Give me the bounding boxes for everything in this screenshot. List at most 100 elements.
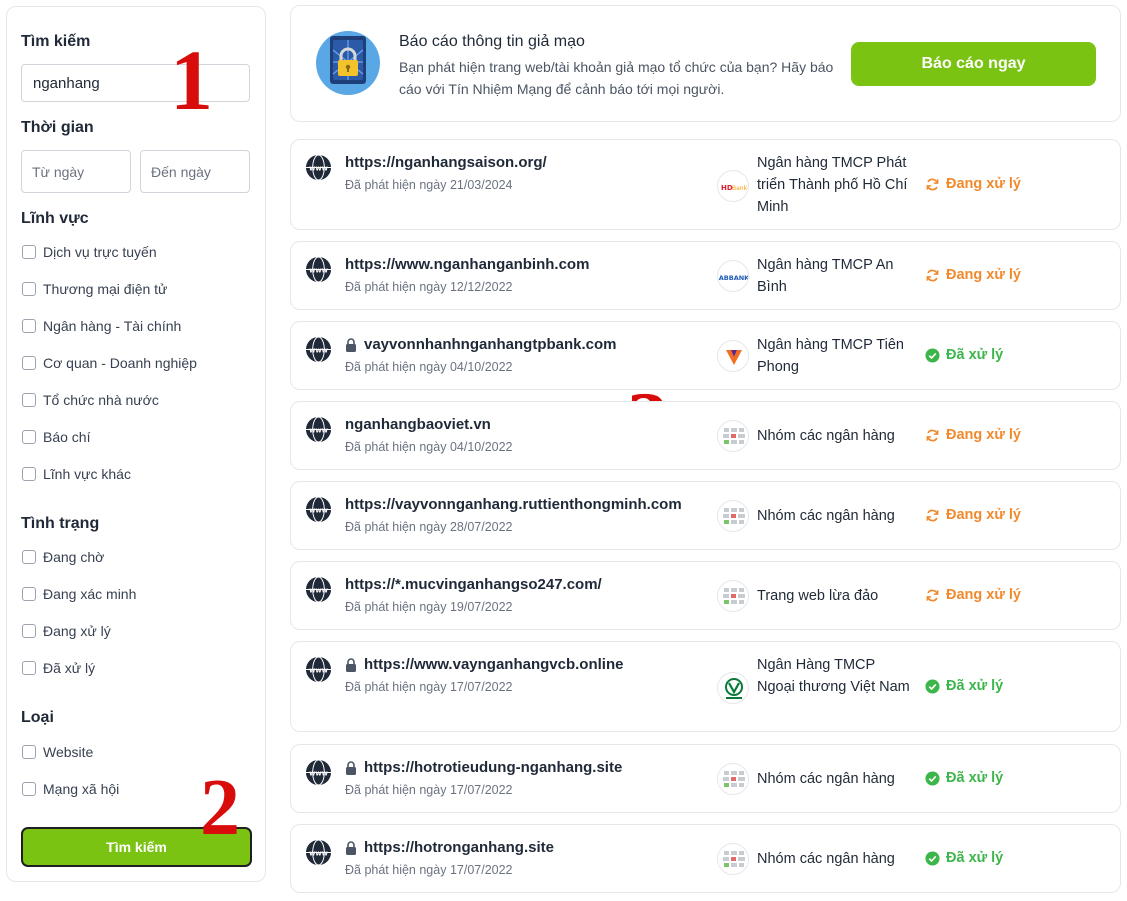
checkbox[interactable]: [22, 745, 36, 759]
result-url[interactable]: vayvonnhanhnganhangtpbank.com: [364, 336, 617, 353]
field-option-label: Tổ chức nhà nước: [43, 392, 159, 408]
checkbox[interactable]: [22, 550, 36, 564]
result-card[interactable]: www https://www.vaynganhangvcb.online Đã…: [290, 641, 1121, 732]
search-input[interactable]: [21, 64, 250, 102]
field-option[interactable]: Cơ quan - Doanh nghiệp: [22, 353, 197, 373]
result-url[interactable]: https://nganhangsaison.org/: [345, 154, 547, 171]
bank-group-logo: [717, 500, 749, 532]
result-url[interactable]: https://www.nganhanganbinh.com: [345, 256, 589, 273]
organization-name: Ngân hàng TMCP Phát triển Thành phố Hồ C…: [757, 155, 908, 215]
check-circle-icon: [925, 850, 940, 866]
result-url[interactable]: https://hotrotieudung-nganhang.site: [364, 759, 622, 776]
status-text: Đã xử lý: [946, 678, 1004, 694]
status-option-label: Đã xử lý: [43, 660, 96, 676]
lock-shield-icon: [315, 30, 381, 96]
result-card[interactable]: www https://hotronganhang.site Đã phát h…: [290, 824, 1121, 893]
checkbox[interactable]: [22, 282, 36, 296]
status-option[interactable]: Đang xử lý: [22, 621, 111, 641]
checkbox[interactable]: [22, 393, 36, 407]
status-label: Đang xử lý: [925, 427, 1021, 443]
status-option[interactable]: Đang xác minh: [22, 584, 136, 604]
detected-date: Đã phát hiện ngày 04/10/2022: [345, 360, 513, 374]
field-option[interactable]: Dịch vụ trực tuyến: [22, 242, 157, 262]
status-text: Đang xử lý: [946, 587, 1021, 603]
checkbox[interactable]: [22, 319, 36, 333]
status-option-label: Đang xác minh: [43, 586, 137, 602]
type-section-title: Loại: [21, 709, 54, 726]
result-card[interactable]: www https://hotrotieudung-nganhang.site …: [290, 744, 1121, 813]
type-option[interactable]: Mạng xã hội: [22, 779, 119, 799]
abbank-logo: ABBANK: [717, 260, 749, 292]
svg-text:www: www: [309, 666, 328, 674]
status-text: Đang xử lý: [946, 427, 1021, 443]
result-card[interactable]: www vayvonnhanhnganhangtpbank.com Đã phá…: [290, 321, 1121, 390]
checkbox[interactable]: [22, 245, 36, 259]
field-option[interactable]: Báo chí: [22, 427, 90, 447]
status-text: Đang xử lý: [946, 507, 1021, 523]
svg-text:Bank: Bank: [732, 185, 748, 192]
svg-text:www: www: [309, 164, 328, 172]
status-label: Đang xử lý: [925, 267, 1021, 283]
globe-www-icon: www: [305, 656, 332, 683]
status-option-label: Đang chờ: [43, 549, 105, 565]
report-banner: Báo cáo thông tin giả mạo Bạn phát hiện …: [290, 5, 1121, 122]
status-label: Đã xử lý: [925, 347, 1003, 363]
checkbox[interactable]: [22, 430, 36, 444]
result-card[interactable]: www https://www.nganhanganbinh.com Đã ph…: [290, 241, 1121, 310]
field-option[interactable]: Lĩnh vực khác: [22, 464, 131, 484]
hdbank-logo: HD Bank: [717, 170, 749, 202]
result-url[interactable]: https://vayvonnganhang.ruttienthongminh.…: [345, 496, 682, 513]
result-card[interactable]: www https://vayvonnganhang.ruttienthongm…: [290, 481, 1121, 550]
detected-date: Đã phát hiện ngày 12/12/2022: [345, 280, 513, 294]
globe-www-icon: www: [305, 416, 332, 443]
field-option[interactable]: Tổ chức nhà nước: [22, 390, 159, 410]
status-label: Đang xử lý: [925, 587, 1021, 603]
type-option[interactable]: Website: [22, 742, 93, 762]
svg-text:www: www: [309, 426, 328, 434]
report-now-button[interactable]: Báo cáo ngay: [851, 42, 1096, 86]
bank-group-logo: [717, 420, 749, 452]
type-option-label: Website: [43, 744, 94, 760]
field-option-label: Báo chí: [43, 429, 91, 445]
result-card[interactable]: www https://nganhangsaison.org/ Đã phát …: [290, 139, 1121, 230]
globe-www-icon: www: [305, 256, 332, 283]
result-url[interactable]: https://www.vaynganhangvcb.online: [364, 656, 623, 673]
organization-name: Nhóm các ngân hàng: [757, 508, 895, 524]
vietcombank-logo: [717, 672, 749, 704]
field-option[interactable]: Ngân hàng - Tài chính: [22, 316, 181, 336]
field-option[interactable]: Thương mại điện tử: [22, 279, 167, 299]
lock-icon: [346, 760, 356, 775]
time-section-title: Thời gian: [21, 119, 94, 136]
result-url[interactable]: https://*.mucvinganhangso247.com/: [345, 576, 602, 593]
check-circle-icon: [925, 678, 940, 694]
status-option[interactable]: Đã xử lý: [22, 658, 95, 678]
field-section-title: Lĩnh vực: [21, 210, 89, 227]
field-option-label: Cơ quan - Doanh nghiệp: [43, 355, 197, 371]
checkbox[interactable]: [22, 587, 36, 601]
status-text: Đã xử lý: [946, 850, 1004, 866]
lock-icon: [346, 657, 356, 672]
banner-title: Báo cáo thông tin giả mạo: [399, 33, 585, 50]
status-text: Đã xử lý: [946, 770, 1004, 786]
checkbox[interactable]: [22, 624, 36, 638]
result-card[interactable]: www https://*.mucvinganhangso247.com/ Đã…: [290, 561, 1121, 630]
checkbox[interactable]: [22, 467, 36, 481]
svg-text:www: www: [309, 769, 328, 777]
refresh-icon: [926, 509, 939, 521]
detected-date: Đã phát hiện ngày 04/10/2022: [345, 440, 513, 454]
search-section-title: Tìm kiếm: [21, 33, 91, 50]
status-label: Đã xử lý: [925, 770, 1003, 786]
organization-name: Ngân hàng TMCP An Bình: [757, 257, 894, 295]
checkbox[interactable]: [22, 356, 36, 370]
result-url[interactable]: nganhangbaoviet.vn: [345, 416, 491, 433]
refresh-icon: [926, 589, 939, 601]
from-date-input[interactable]: [21, 150, 131, 193]
checkbox[interactable]: [22, 782, 36, 796]
organization-name: Nhóm các ngân hàng: [757, 771, 895, 787]
checkbox[interactable]: [22, 661, 36, 675]
status-option[interactable]: Đang chờ: [22, 547, 104, 567]
to-date-input[interactable]: [140, 150, 250, 193]
svg-text:www: www: [309, 346, 328, 354]
result-url[interactable]: https://hotronganhang.site: [364, 839, 554, 856]
result-card[interactable]: www nganhangbaoviet.vn Đã phát hiện ngày…: [290, 401, 1121, 470]
